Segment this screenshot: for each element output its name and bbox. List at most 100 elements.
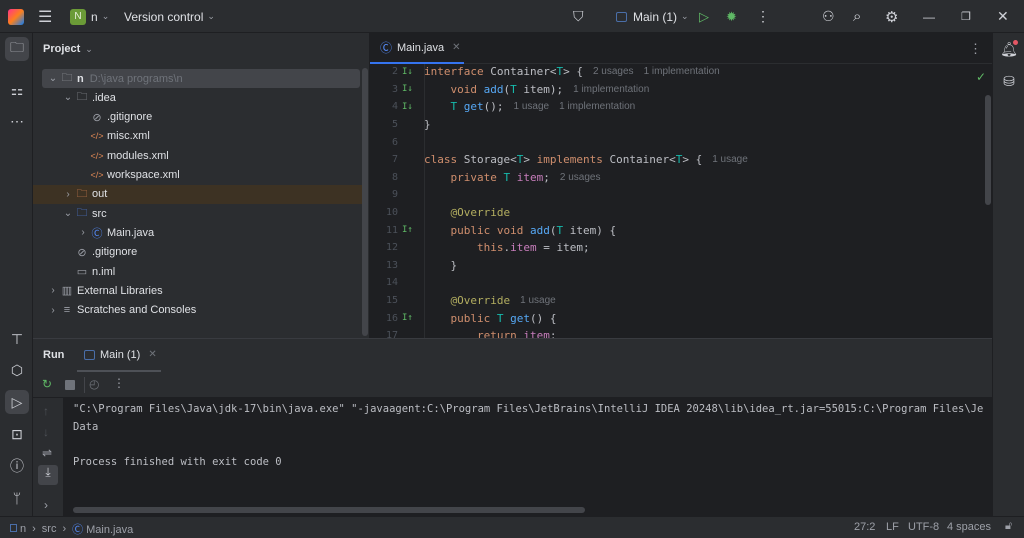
indent-setting[interactable]: 4 spaces	[947, 521, 991, 533]
tree-item[interactable]: ⊘ .gitignore	[33, 243, 363, 262]
minimize-icon[interactable]: —	[923, 0, 935, 33]
line-number: 6	[391, 136, 398, 148]
profiler-gauge-icon[interactable]: ◴	[89, 377, 99, 391]
code-vision-hint[interactable]: 1 usage	[514, 101, 550, 112]
tree-item[interactable]: ⊘ .gitignore	[33, 108, 363, 127]
code-line: 9	[370, 186, 990, 204]
tree-item[interactable]: › 🗀 out	[33, 184, 363, 204]
tree-item[interactable]: </> modules.xml	[33, 146, 363, 165]
scroll-up-arrow-icon[interactable]: ↑	[43, 404, 49, 418]
chevron-right-icon[interactable]: ›	[77, 227, 89, 238]
console-horizontal-scrollbar[interactable]	[73, 507, 585, 513]
line-ending[interactable]: LF	[886, 521, 899, 533]
services-icon[interactable]: ⬡	[5, 358, 29, 382]
terminal-icon[interactable]: ⊡	[5, 422, 29, 446]
tree-item[interactable]: </> workspace.xml	[33, 166, 363, 185]
tree-item[interactable]: › Ⓒ Main.java	[33, 223, 363, 242]
implementation-gutter-icon[interactable]: I↓	[398, 102, 424, 112]
search-icon[interactable]: ⌕	[853, 0, 861, 33]
tab-main-java[interactable]: Ⓒ Main.java ✕	[370, 33, 464, 64]
close-window-icon[interactable]: ✕	[997, 0, 1009, 33]
rerun-icon[interactable]: ↻	[42, 377, 52, 391]
database-icon[interactable]: ⛁	[997, 69, 1021, 93]
code-vision-hint[interactable]: 1 implementation	[644, 66, 720, 77]
run-icon[interactable]: ▷	[699, 0, 709, 33]
tree-item[interactable]: </> misc.xml	[33, 127, 363, 146]
tab-run-main[interactable]: Main (1) ✕	[77, 339, 161, 372]
project-tool-folder-icon[interactable]: 🗀	[5, 37, 29, 61]
project-panel-title: Project	[43, 43, 81, 55]
code-vision-hint[interactable]: 1 implementation	[573, 84, 649, 95]
close-tab-icon[interactable]: ✕	[148, 349, 156, 360]
line-number: 16	[385, 312, 398, 324]
chevron-right-icon[interactable]: ›	[47, 285, 59, 296]
code-token: > {	[682, 153, 703, 167]
title-bar: ☰ N n ⌄ Version control ⌄ ⛉ Main (1) ⌄ ▷ ✹ …	[0, 0, 1024, 33]
add-user-icon[interactable]: ⚇	[822, 0, 835, 33]
caret-position[interactable]: 27:2	[854, 521, 875, 533]
main-menu-icon[interactable]: ☰	[38, 0, 52, 33]
tree-item[interactable]: ⌄ 🗀 n D:\java programs\n	[42, 69, 360, 88]
chevron-right-icon[interactable]: ›	[62, 189, 74, 200]
build-hammer-icon[interactable]: ⊤	[5, 327, 29, 351]
code-vision-hint[interactable]: 2 usages	[593, 66, 634, 77]
chevron-right-icon[interactable]: ›	[47, 305, 59, 316]
run-tool-icon[interactable]: ▷	[5, 390, 29, 414]
implementation-gutter-icon[interactable]: I↑	[398, 313, 424, 323]
restore-icon[interactable]: ❐	[961, 0, 971, 33]
run-config-selector[interactable]: Main (1) ⌄	[616, 0, 689, 33]
tree-item[interactable]: › ▥ External Libraries	[33, 281, 363, 300]
structure-icon[interactable]: ⚏	[5, 78, 29, 102]
expand-chevron-icon[interactable]: ›	[44, 498, 48, 512]
code-line: 15 @Override 1 usage	[370, 292, 990, 310]
tree-item[interactable]: › ≡ Scratches and Consoles	[33, 301, 363, 320]
file-encoding[interactable]: UTF-8	[908, 521, 939, 533]
project-scrollbar[interactable]	[362, 68, 368, 336]
unlock-icon[interactable]: 🔓︎	[1005, 520, 1012, 533]
scratches-icon: ≡	[63, 304, 71, 317]
scroll-down-arrow-icon[interactable]: ↓	[43, 425, 49, 439]
tree-item[interactable]: ⌄ 🗀 src	[33, 204, 363, 223]
chevron-down-icon[interactable]: ⌄	[47, 73, 59, 84]
line-number: 12	[385, 242, 398, 254]
coverage-shield-icon[interactable]: ⛉	[573, 0, 584, 33]
code-token: @Override	[450, 294, 511, 308]
code-vision-hint[interactable]: 1 implementation	[559, 101, 635, 112]
breadcrumb-item-src[interactable]: src	[42, 523, 57, 535]
problems-icon[interactable]: ⓘ	[5, 454, 29, 478]
more-vertical-icon[interactable]: ⋮	[756, 0, 770, 33]
editor-scrollbar[interactable]	[985, 95, 991, 205]
code-vision-hint[interactable]: 1 usage	[712, 154, 748, 165]
tree-item-label: External Libraries	[77, 284, 163, 297]
implementation-gutter-icon[interactable]: I↓	[398, 84, 424, 94]
git-icon[interactable]: ᛘ	[5, 486, 29, 510]
code-vision-hint[interactable]: 2 usages	[560, 172, 601, 183]
code-token: > {	[563, 65, 583, 79]
code-vision-hint[interactable]: 1 usage	[520, 295, 556, 306]
close-tab-icon[interactable]: ✕	[452, 42, 460, 53]
debug-bug-icon[interactable]: ✹	[726, 0, 737, 33]
gear-icon[interactable]: ⚙	[885, 0, 898, 33]
ignored-file-icon: ⊘	[92, 111, 102, 124]
project-selector[interactable]: N n ⌄	[70, 0, 109, 33]
chevron-down-icon[interactable]: ⌄	[62, 92, 74, 103]
more-horizontal-icon[interactable]: ⋯	[5, 109, 29, 133]
code-line: 3 I↓ void add(T item); 1 implementation	[370, 81, 990, 99]
stop-icon[interactable]	[65, 380, 75, 390]
soft-wrap-icon[interactable]: ⇌	[42, 446, 52, 460]
scroll-to-end-icon[interactable]: ⤓	[38, 465, 58, 485]
tree-item[interactable]: ⌄ 🗀 .idea	[33, 88, 363, 107]
run-tab-label: Main (1)	[100, 348, 141, 361]
notifications-bell-icon[interactable]: 🔔︎	[997, 37, 1021, 61]
implementation-gutter-icon[interactable]: I↓	[398, 67, 424, 77]
project-panel-header[interactable]: Project ⌄	[43, 43, 93, 55]
tree-item[interactable]: ▭ n.iml	[33, 262, 363, 281]
vcs-menu[interactable]: Version control ⌄	[124, 0, 215, 33]
more-vertical-icon[interactable]: ⋮	[113, 376, 125, 390]
breadcrumb-item-n[interactable]: n	[10, 523, 26, 535]
implementation-gutter-icon[interactable]: I↑	[398, 225, 424, 235]
more-vertical-icon[interactable]: ⋮	[969, 41, 982, 57]
line-number: 9	[391, 189, 398, 201]
chevron-down-icon[interactable]: ⌄	[62, 208, 74, 219]
breadcrumb-item-main-java[interactable]: Ⓒ Main.java	[72, 521, 133, 537]
